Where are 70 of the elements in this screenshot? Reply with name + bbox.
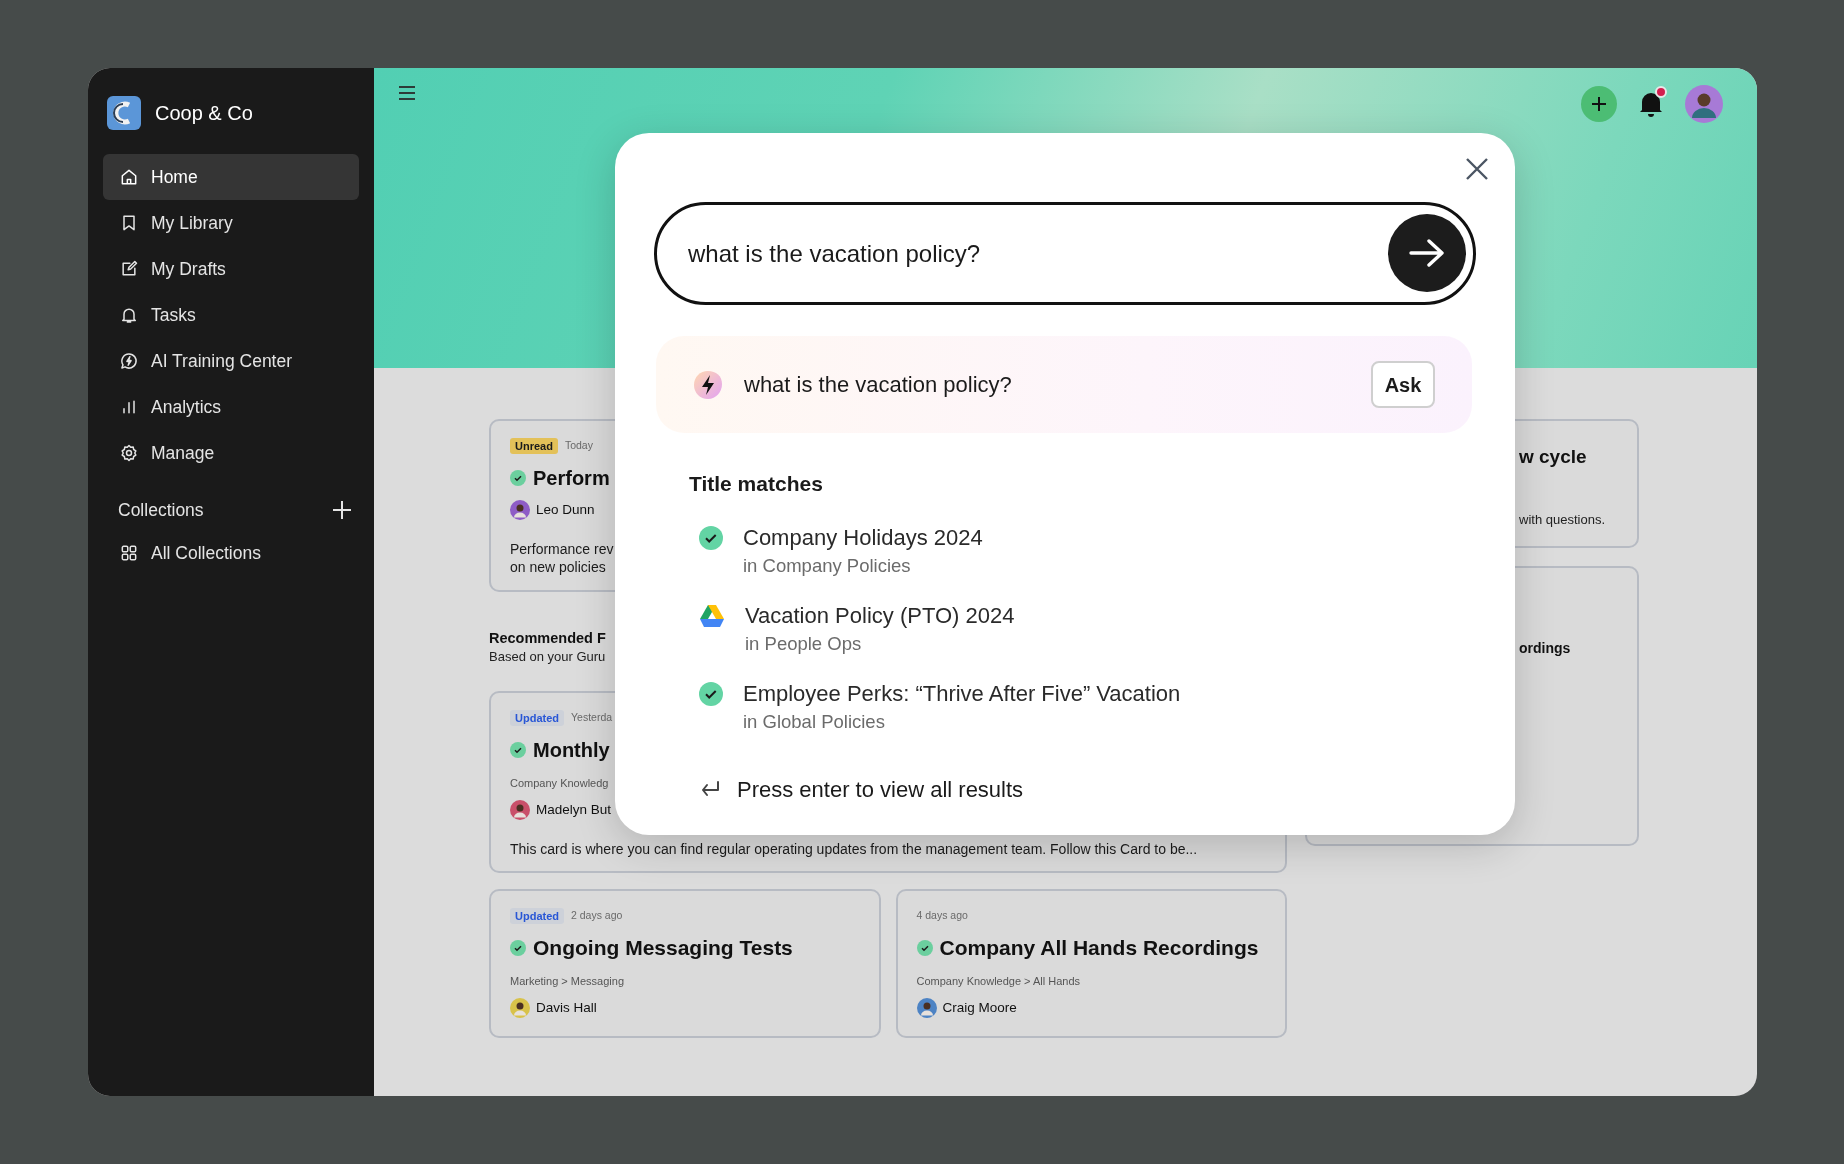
result-title: Employee Perks: “Thrive After Five” Vacation [743, 681, 1181, 707]
nav-item[interactable]: Home [103, 154, 359, 200]
avatar [510, 500, 530, 520]
search-field[interactable]: what is the vacation policy? [654, 202, 1476, 305]
author-name: Leo Dunn [536, 500, 595, 519]
timestamp: 4 days ago [916, 908, 968, 924]
card-description: This card is where you can find regular operating updates from the management team. Follow this Card to be... [510, 840, 1198, 858]
result-location: in Global Policies [743, 711, 886, 733]
bell-icon [1638, 90, 1664, 118]
nav-item[interactable]: My Drafts [103, 246, 359, 292]
card-title: Ongoing Messaging Tests [533, 935, 793, 962]
nav-item[interactable]: Analytics [103, 384, 359, 430]
plus-icon [1590, 95, 1608, 113]
hint-text: Press enter to view all results [737, 776, 1024, 804]
grid-icon [119, 543, 139, 563]
card-description: with questions. [1519, 510, 1605, 529]
result-location: in Company Policies [743, 555, 912, 577]
status-badge: Updated [510, 710, 564, 726]
nav-item[interactable]: All Collections [103, 530, 359, 576]
avatar [916, 998, 937, 1018]
card-title: Company All Hands Recordings [939, 935, 1259, 962]
suggestion-row[interactable]: what is the vacation policy? Ask [656, 336, 1472, 433]
card-title: Monthly [533, 738, 610, 763]
card-title: w cycle [1519, 445, 1587, 469]
bolt-icon [692, 368, 724, 401]
add-button[interactable] [1581, 86, 1617, 122]
search-result[interactable]: Employee Perks: “Thrive After Five” Vacation in Global Policies [699, 681, 1399, 733]
timestamp: Today [564, 438, 593, 454]
edit-icon [119, 259, 139, 279]
card[interactable]: 4 days ago Company All Hands Recordings Company Knowledge > All Hands Craig Moore [895, 889, 1287, 1038]
card-title: ordings [1519, 639, 1571, 658]
bolt-chat-icon [119, 351, 139, 371]
breadcrumb: Company Knowledg [510, 776, 609, 791]
section-title: Recommended F [489, 629, 606, 648]
brand-name: Coop & Co [155, 101, 253, 126]
section-title: Title matches [689, 471, 824, 497]
card-description: Performance rev on new policies [510, 540, 614, 576]
search-result[interactable]: Company Holidays 2024 in Company Policies [699, 525, 1399, 577]
nav-item[interactable]: My Library [103, 200, 359, 246]
plus-icon [331, 499, 353, 521]
status-badge: Updated [510, 908, 564, 924]
home-icon [119, 167, 139, 187]
result-location: in People Ops [745, 633, 863, 655]
suggestion-text: what is the vacation policy? [744, 371, 1013, 399]
nav-item[interactable]: Tasks [103, 292, 359, 338]
settings-icon [119, 443, 139, 463]
card[interactable]: Updated 2 days ago Ongoing Messaging Tests Marketing > Messaging Davis Hall [489, 889, 881, 1038]
breadcrumb: Marketing > Messaging [510, 974, 625, 989]
author-name: Madelyn But [536, 800, 612, 819]
card-title: Perform [533, 466, 610, 491]
nav-item[interactable]: Manage [103, 430, 359, 476]
author-name: Davis Hall [536, 998, 597, 1017]
arrow-right-icon [1408, 238, 1446, 268]
result-title: Vacation Policy (PTO) 2024 [745, 603, 1015, 629]
search-result[interactable]: Vacation Policy (PTO) 2024 in People Ops [699, 603, 1399, 655]
ask-button[interactable]: Ask [1371, 361, 1435, 408]
add-button[interactable] [331, 499, 353, 521]
timestamp: 2 days ago [571, 908, 623, 924]
nav-item[interactable]: AI Training Center [103, 338, 359, 384]
breadcrumb: Company Knowledge > All Hands [916, 974, 1081, 989]
result-title: Company Holidays 2024 [743, 525, 983, 551]
section-heading: Collections [118, 498, 204, 522]
author-name: Craig Moore [942, 998, 1017, 1017]
avatar [510, 800, 530, 820]
avatar[interactable] [1685, 85, 1723, 123]
status-badge: Unread [510, 438, 558, 454]
avatar [510, 998, 530, 1018]
section-subtitle: Based on your Guru [489, 648, 606, 665]
logo-icon [107, 96, 141, 130]
timestamp: Yesterda [571, 710, 613, 726]
